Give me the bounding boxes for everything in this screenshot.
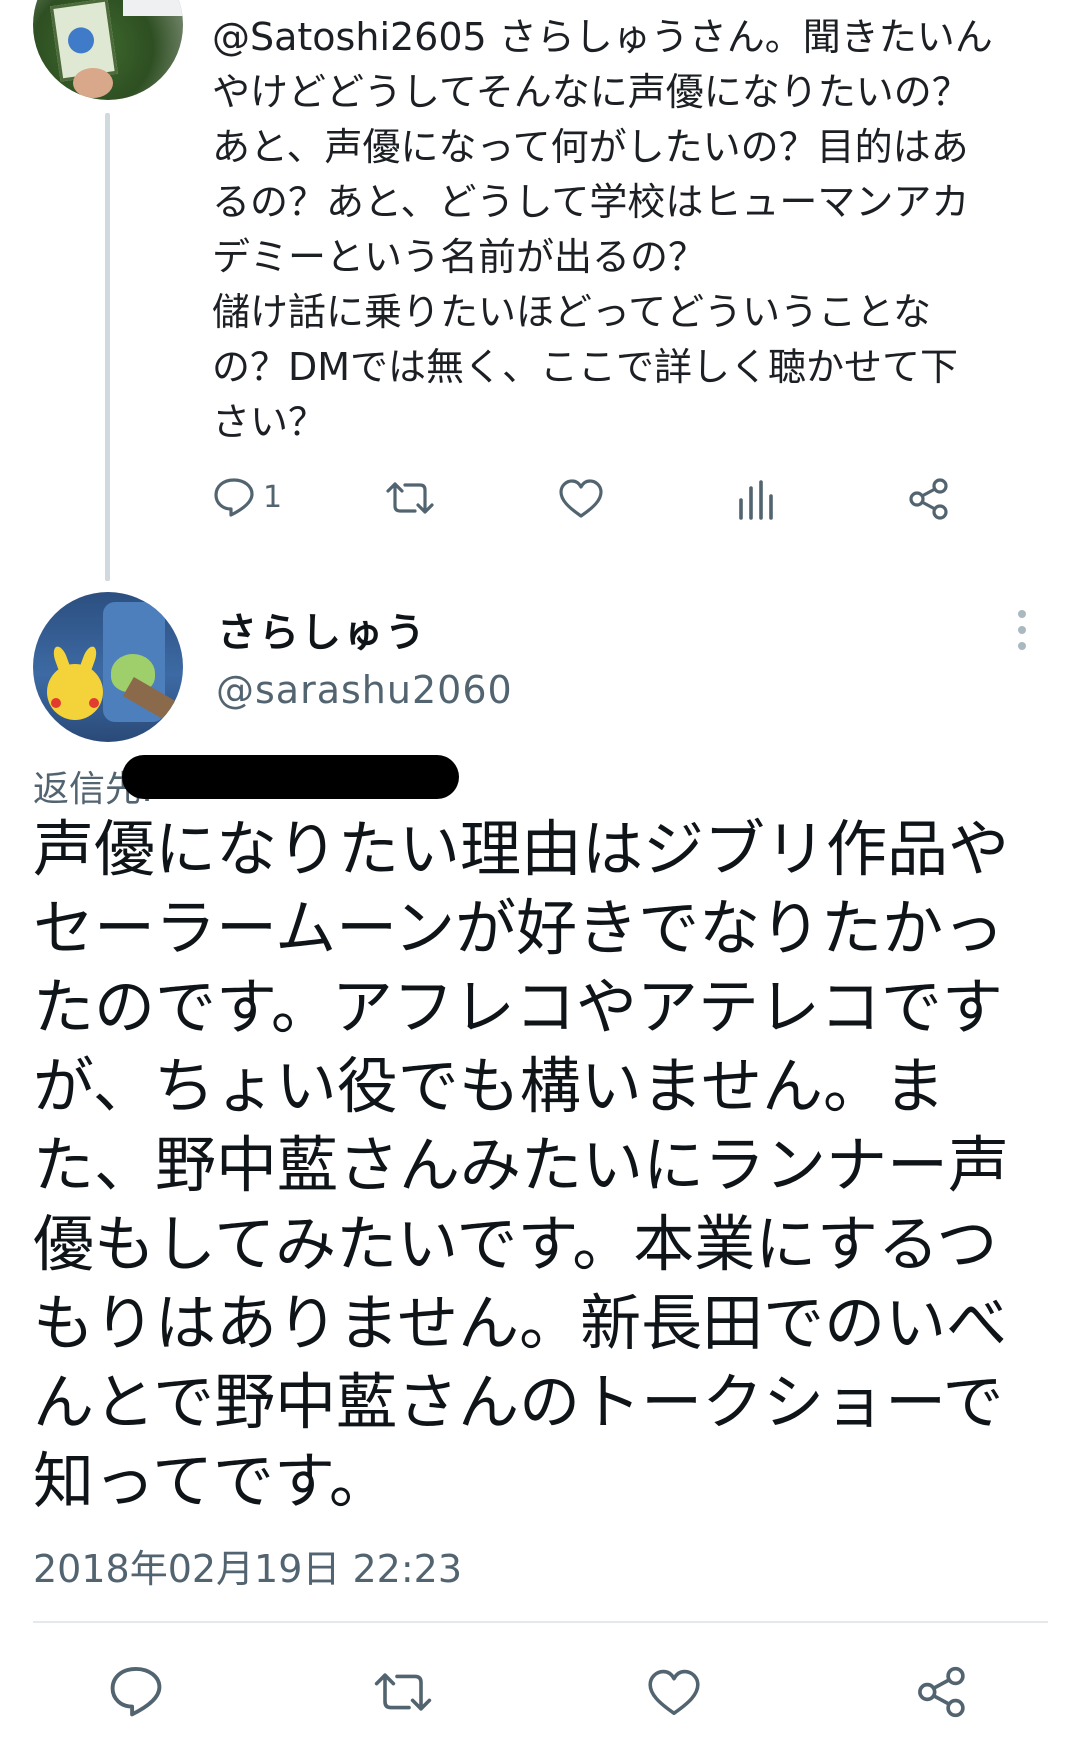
- hand-shape: [73, 68, 113, 98]
- divider: [33, 1621, 1048, 1623]
- analytics-icon: [739, 480, 773, 520]
- share-icon: [909, 478, 948, 520]
- reply-count: 1: [263, 479, 283, 515]
- reply-icon: [214, 478, 254, 517]
- share-action-main[interactable]: [915, 1665, 969, 1719]
- retweet-icon: [386, 482, 434, 514]
- like-action[interactable]: [558, 478, 604, 520]
- plush-shape: [47, 664, 103, 720]
- redaction-bar: [122, 755, 459, 799]
- reply-action-main[interactable]: [108, 1665, 164, 1717]
- heart-icon: [559, 479, 603, 518]
- heart-icon: [648, 1669, 700, 1716]
- avatar-satoshi[interactable]: [33, 0, 183, 100]
- thread-line: [105, 113, 110, 581]
- user-handle[interactable]: @sarashu2060: [216, 668, 513, 712]
- share-icon: [918, 1666, 965, 1718]
- avatar-sarashu[interactable]: [33, 592, 183, 742]
- more-vertical-icon[interactable]: [1018, 610, 1030, 658]
- share-action[interactable]: [907, 477, 951, 521]
- reply-tweet-text: @Satoshi2605 さらしゅうさん。聞きたいん やけどどうしてそんなに声優…: [212, 15, 993, 444]
- retweet-icon: [374, 1673, 432, 1711]
- display-name[interactable]: さらしゅう: [217, 600, 427, 658]
- retweet-action[interactable]: [385, 478, 435, 518]
- tweet-text: 声優になりたい理由はジブリ作品や セーラームーンが好きでなりたかっ たのです。ア…: [33, 814, 1010, 1517]
- analytics-action[interactable]: [737, 478, 777, 520]
- tweet-timestamp[interactable]: 2018年02月19日 22:23: [33, 1538, 462, 1593]
- flag-shape: [123, 0, 183, 16]
- like-action-main[interactable]: [646, 1668, 702, 1718]
- retweet-action-main[interactable]: [372, 1668, 434, 1716]
- reply-icon: [110, 1666, 162, 1717]
- reply-action[interactable]: 1: [213, 477, 282, 517]
